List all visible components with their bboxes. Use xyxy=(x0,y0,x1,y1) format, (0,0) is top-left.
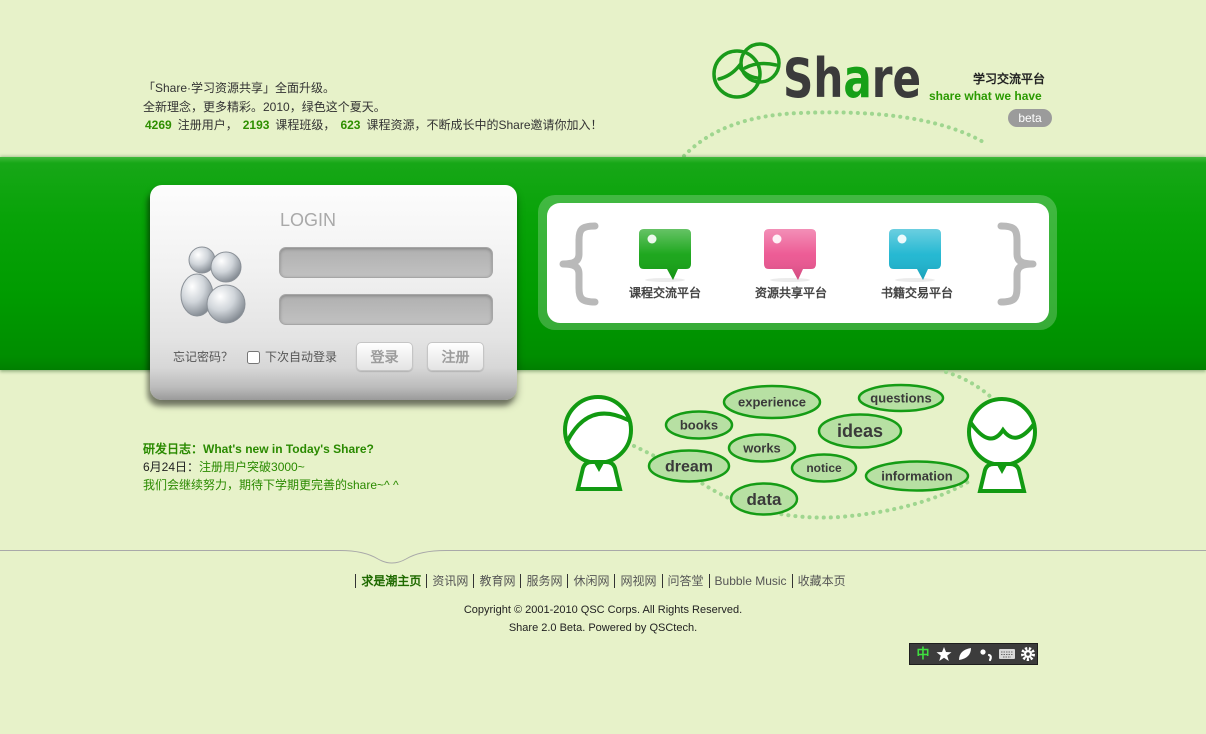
platform-label-course[interactable]: 课程交流平台 xyxy=(615,286,715,300)
register-button[interactable]: 注册 xyxy=(427,342,484,371)
footer-link-qa[interactable]: 问答堂 xyxy=(661,574,709,588)
footer-link-home[interactable]: 求是潮主页 xyxy=(355,574,426,588)
password-input[interactable] xyxy=(279,294,493,325)
right-person-icon xyxy=(967,397,1037,493)
intro-line-2: 全新理念，更多精彩。2010，绿色这个夏天。 xyxy=(143,99,386,114)
word-bubble-notice: notice xyxy=(790,453,858,483)
copyright: Copyright © 2001-2010 QSC Corps. All Rig… xyxy=(0,601,1206,637)
tagline-cn: 学习交流平台 xyxy=(973,72,1046,86)
punctuation-icon[interactable] xyxy=(976,645,995,663)
footer-link-education[interactable]: 教育网 xyxy=(473,574,520,588)
share-illustration: experience questions books ideas works d… xyxy=(563,370,1037,520)
stat-resources-count: 623 xyxy=(340,118,361,132)
devlog-entry: 6月24日：注册用户突破3000~ xyxy=(143,458,399,476)
users-icon xyxy=(180,246,246,324)
speech-bubble-icon[interactable] xyxy=(638,228,692,282)
dotted-arc-decoration xyxy=(682,110,987,158)
word-bubble-works: works xyxy=(727,433,797,463)
intro-line-1: 「Share·学习资源共享」全面升级。 xyxy=(143,81,336,95)
page: 「Share·学习资源共享」全面升级。 全新理念，更多精彩。2010，绿色这个夏… xyxy=(0,0,1206,734)
keyboard-icon[interactable] xyxy=(997,645,1016,663)
footer-divider xyxy=(0,550,1206,564)
gear-icon[interactable] xyxy=(1018,645,1037,663)
word-label: dream xyxy=(665,459,713,476)
remember-me-label[interactable]: 下次自动登录 xyxy=(265,350,337,364)
word-label: works xyxy=(742,441,781,456)
login-title: LOGIN xyxy=(280,210,337,230)
left-brace-icon xyxy=(559,222,599,306)
word-bubble-books: books xyxy=(664,410,734,440)
leaf-icon[interactable] xyxy=(955,645,974,663)
brand-wordmark[interactable]: Share xyxy=(783,52,921,106)
beta-badge: beta xyxy=(1008,109,1052,127)
stat-classes-label: 课程班级， xyxy=(275,118,336,132)
word-label: ideas xyxy=(837,421,883,441)
speech-bubble-icon[interactable] xyxy=(888,228,942,282)
word-bubble-questions: questions xyxy=(857,383,945,413)
word-label: data xyxy=(747,490,783,509)
footer-link-leisure[interactable]: 休闲网 xyxy=(567,574,614,588)
share-logo-icon[interactable] xyxy=(710,41,784,101)
word-bubble-data: data xyxy=(729,482,799,516)
devlog-date: 6月24日： xyxy=(143,460,200,474)
intro-text: 「Share·学习资源共享」全面升级。 全新理念，更多精彩。2010，绿色这个夏… xyxy=(143,79,608,135)
footer-link-bookmark[interactable]: 收藏本页 xyxy=(791,574,851,588)
platform-label-books[interactable]: 书籍交易平台 xyxy=(867,286,967,300)
word-label: experience xyxy=(738,395,806,410)
word-bubble-information: information xyxy=(864,460,970,492)
star-icon[interactable] xyxy=(934,645,953,663)
footer-link-bubble-music[interactable]: Bubble Music xyxy=(708,574,792,588)
word-bubble-experience: experience xyxy=(722,384,822,420)
word-label: notice xyxy=(806,461,842,475)
word-bubble-ideas: ideas xyxy=(817,413,903,449)
devlog-entry-text: 注册用户突破3000~ xyxy=(199,460,305,474)
footer-nav: 求是潮主页 资讯网 教育网 服务网 休闲网 网视网 问答堂 Bubble Music 收藏本页 xyxy=(0,573,1206,589)
devlog-title[interactable]: 研发日志：What's new in Today's Share? xyxy=(143,440,399,458)
stat-users-label: 注册用户， xyxy=(177,118,238,132)
copyright-line: Copyright © 2001-2010 QSC Corps. All Rig… xyxy=(463,604,743,616)
dotted-link xyxy=(944,370,994,400)
platforms-panel: 课程交流平台 资源共享平台 书籍交易平台 xyxy=(538,195,1057,330)
left-person-icon xyxy=(563,395,633,491)
username-input[interactable] xyxy=(279,247,493,278)
stat-users-count: 4269 xyxy=(145,118,172,132)
devlog-note: 我们会继续努力，期待下学期更完善的share~^ ^ xyxy=(143,478,399,492)
intro-stats: 4269 注册用户， 2193 课程班级， 623 课程资源，不断成长中的Share邀请你… xyxy=(143,116,608,135)
ime-toolbar: 中 xyxy=(909,643,1038,665)
word-bubble-dream: dream xyxy=(647,449,731,483)
word-label: books xyxy=(680,418,718,433)
word-label: information xyxy=(881,469,953,484)
forgot-password-link[interactable]: 忘记密码？ xyxy=(173,350,233,364)
stat-classes-count: 2193 xyxy=(242,118,270,132)
remember-me-checkbox[interactable] xyxy=(247,351,260,364)
speech-bubble-icon[interactable] xyxy=(763,228,817,282)
platform-label-resources[interactable]: 资源共享平台 xyxy=(741,286,841,300)
stat-resources-label: 课程资源，不断成长中的Share邀请你加入！ xyxy=(366,118,603,132)
ime-mode-toggle[interactable]: 中 xyxy=(914,645,932,663)
right-brace-icon xyxy=(997,222,1037,306)
powered-by-line: Share 2.0 Beta. Powered by QSCtech. xyxy=(508,622,698,634)
devlog: 研发日志：What's new in Today's Share? 6月24日：… xyxy=(143,440,399,494)
footer-link-video[interactable]: 网视网 xyxy=(614,574,661,588)
word-label: questions xyxy=(870,391,931,406)
footer-link-service[interactable]: 服务网 xyxy=(520,574,567,588)
footer-link-news[interactable]: 资讯网 xyxy=(426,574,473,588)
login-button[interactable]: 登录 xyxy=(356,342,413,371)
login-box: LOGIN 忘记密码？ 下次自动登录 登录 注册 xyxy=(150,185,517,400)
